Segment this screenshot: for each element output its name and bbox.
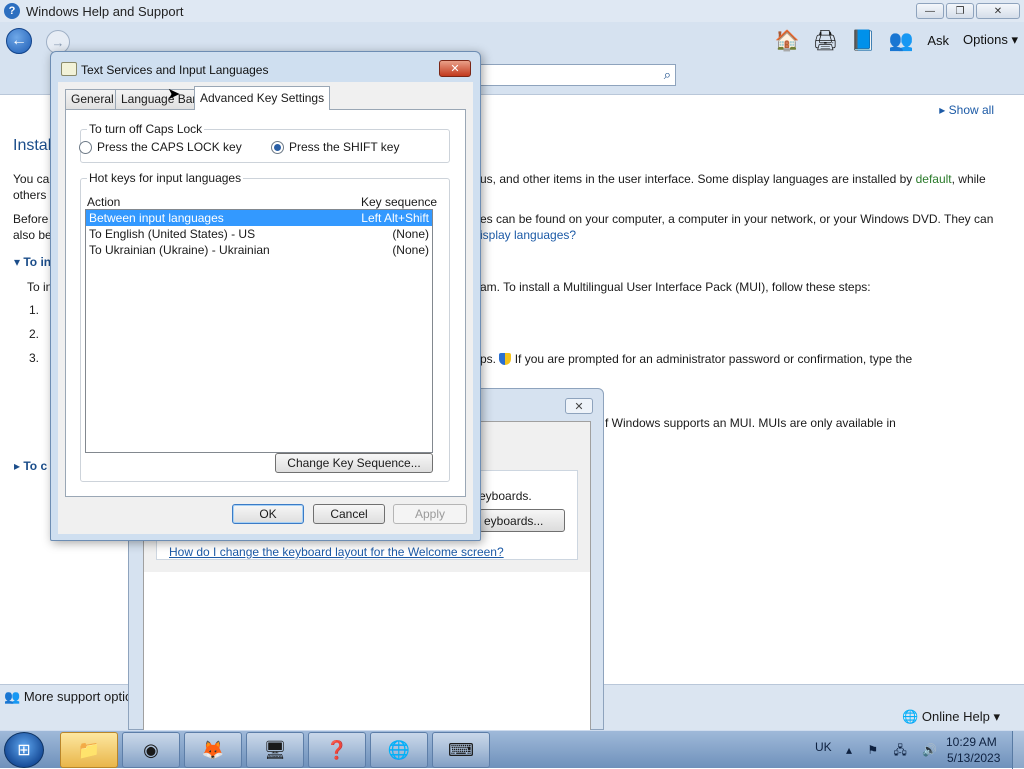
hotkeys-list[interactable]: Between input languages Left Alt+Shift T… [85,209,433,453]
window-controls: — ❐ ✕ [916,3,1020,19]
hotkey-row[interactable]: Between input languages Left Alt+Shift [86,210,432,226]
mui-note-text: f Windows supports an MUI. MUIs are only… [605,416,896,430]
clock-date[interactable]: 5/13/2023 [947,751,1000,765]
help-titlebar: ? Windows Help and Support [0,0,1024,22]
network-taskbar-button[interactable]: 🌐 [370,732,428,768]
section-install-text-left: To in [27,280,53,294]
section-install-toggle[interactable]: ▾ To in [14,255,51,269]
region-dialog-blank-area [144,572,590,730]
show-all-link[interactable]: ▸ Show all [939,103,994,117]
key-sequence-column-header: Key sequence [361,195,438,209]
firefox-taskbar-button[interactable]: 🦊 [184,732,242,768]
page-title: Instal [13,137,52,154]
before-paragraph-left-1: Before [13,212,49,226]
tab-language-bar[interactable]: Language Bar [115,89,203,109]
caps-lock-group-legend: To turn off Caps Lock [87,122,205,136]
help-window-title: Windows Help and Support [26,3,184,19]
print-icon[interactable]: 🖨 [813,28,838,52]
more-support-options-button[interactable]: 👥 More support optio [4,689,132,705]
minimize-button[interactable]: — [916,3,944,19]
intro-paragraph-left-1: You ca [13,172,50,186]
section-change-toggle[interactable]: ▸ To c [14,459,47,473]
radio-unchecked-icon[interactable] [79,140,92,154]
text-services-dialog: Text Services and Input Languages ✕ Gene… [50,51,481,541]
help-taskbar-button[interactable]: ❓ [308,732,366,768]
show-desktop-button[interactable] [1012,731,1024,769]
default-link[interactable]: default [916,172,952,186]
welcome-screen-link[interactable]: How do I change the keyboard layout for … [169,545,504,559]
dialog-title: Text Services and Input Languages [81,63,269,77]
online-help-button[interactable]: 🌐 Online Help ▾ [902,709,1000,725]
search-icon[interactable]: ⌕ [664,67,671,83]
step-number: 1. [29,303,40,317]
step3-text: ps. If you are prompted for an administr… [480,352,913,366]
input-languages-taskbar-button[interactable]: ⌨ [432,732,490,768]
caps-lock-group: To turn off Caps Lock Press the CAPS LOC… [79,122,450,163]
uac-shield-icon [499,353,512,365]
keyboard-icon [61,62,77,76]
control-panel-taskbar-button[interactable]: 🖥 [246,732,304,768]
tab-advanced-key-settings[interactable]: Advanced Key Settings [194,86,331,110]
caps-lock-radio[interactable]: Press the CAPS LOCK key [79,140,242,154]
dialog-close-button[interactable]: ✕ [439,60,471,77]
maximize-button[interactable]: ❐ [946,3,974,19]
clock-time[interactable]: 10:29 AM [946,735,997,749]
home-icon[interactable]: 🏠 [775,28,800,52]
language-indicator[interactable]: UK [815,740,832,754]
close-button[interactable]: ✕ [976,3,1020,19]
taskbar: ⊞ 📁 ◉ 🦊 🖥 ❓ 🌐 ⌨ UK ▴ ⚑ 🖧 🔊 10:29 AM 5/13… [0,730,1024,769]
help-app-icon: ? [4,3,20,19]
change-keyboards-button[interactable]: eyboards... [479,509,565,532]
before-paragraph-right-1: es can be found on your computer, a comp… [480,212,994,226]
tab-general[interactable]: General [65,89,120,109]
chrome-taskbar-button[interactable]: ◉ [122,732,180,768]
options-button[interactable]: Options ▾ [963,32,1018,48]
hotkey-row[interactable]: To English (United States) - US (None) [86,226,432,242]
advanced-key-settings-panel: To turn off Caps Lock Press the CAPS LOC… [65,109,466,497]
help-search-input[interactable]: ⌕ [470,64,676,86]
step-number: 2. [29,327,40,341]
ok-button[interactable]: OK [232,504,304,524]
notification-area-icons[interactable]: ▴ ⚑ 🖧 🔊 [846,741,943,762]
browse-help-icon[interactable]: 📘 [851,28,876,52]
step-number: 3. [29,351,40,365]
dialog-body: General Language Bar Advanced Key Settin… [58,82,473,534]
before-paragraph-left-2: also be [13,228,52,242]
windows-explorer-taskbar-button[interactable]: 📁 [60,732,118,768]
hotkeys-group-legend: Hot keys for input languages [87,171,244,185]
ask-button[interactable]: Ask [927,33,949,48]
section-install-text-right: am. To install a Multilingual User Inter… [480,280,871,294]
start-button[interactable]: ⊞ [4,732,44,768]
keyboards-description: eyboards. [479,489,532,503]
mouse-cursor-icon: ➤ [167,86,181,103]
display-languages-link[interactable]: isplay languages? [480,227,576,243]
close-icon[interactable]: ✕ [565,398,593,414]
cancel-button[interactable]: Cancel [313,504,385,524]
change-key-sequence-button[interactable]: Change Key Sequence... [275,453,433,473]
ask-icon[interactable]: 👥 [889,28,914,52]
radio-checked-icon[interactable] [271,140,284,154]
back-arrow-icon[interactable]: ← [6,28,32,54]
intro-paragraph-right-1: us, and other items in the user interfac… [480,172,986,186]
hotkey-row[interactable]: To Ukrainian (Ukraine) - Ukrainian (None… [86,242,432,258]
apply-button[interactable]: Apply [393,504,467,524]
shift-key-radio[interactable]: Press the SHIFT key [271,140,399,154]
action-column-header: Action [87,195,121,209]
intro-paragraph-left-2: others [13,188,47,202]
